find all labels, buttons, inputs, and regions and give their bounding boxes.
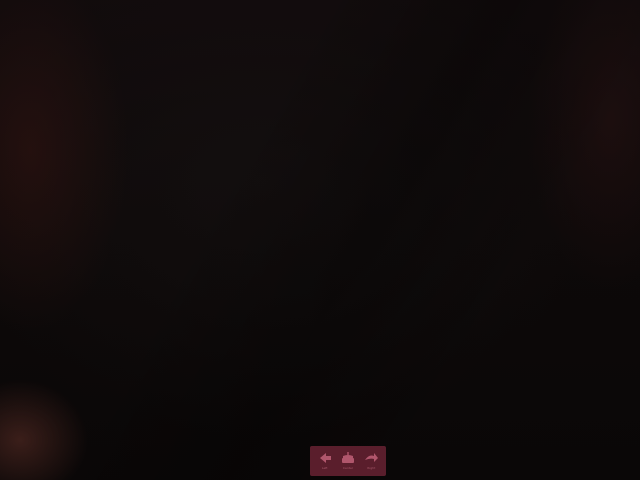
center-button-label: Center xyxy=(342,466,354,470)
camera-view: Left Center Right xyxy=(0,0,640,480)
cake-icon xyxy=(341,452,354,463)
scene-shadow xyxy=(0,0,640,480)
left-button-label: Left xyxy=(321,466,328,470)
right-button[interactable]: Right xyxy=(360,447,382,475)
bottom-toolbar: Left Center Right xyxy=(310,446,386,476)
left-arrow-icon xyxy=(319,453,331,463)
right-arrow-icon xyxy=(365,453,379,462)
center-button[interactable]: Center xyxy=(337,447,359,475)
left-button[interactable]: Left xyxy=(314,447,336,475)
right-button-label: Right xyxy=(367,466,376,470)
